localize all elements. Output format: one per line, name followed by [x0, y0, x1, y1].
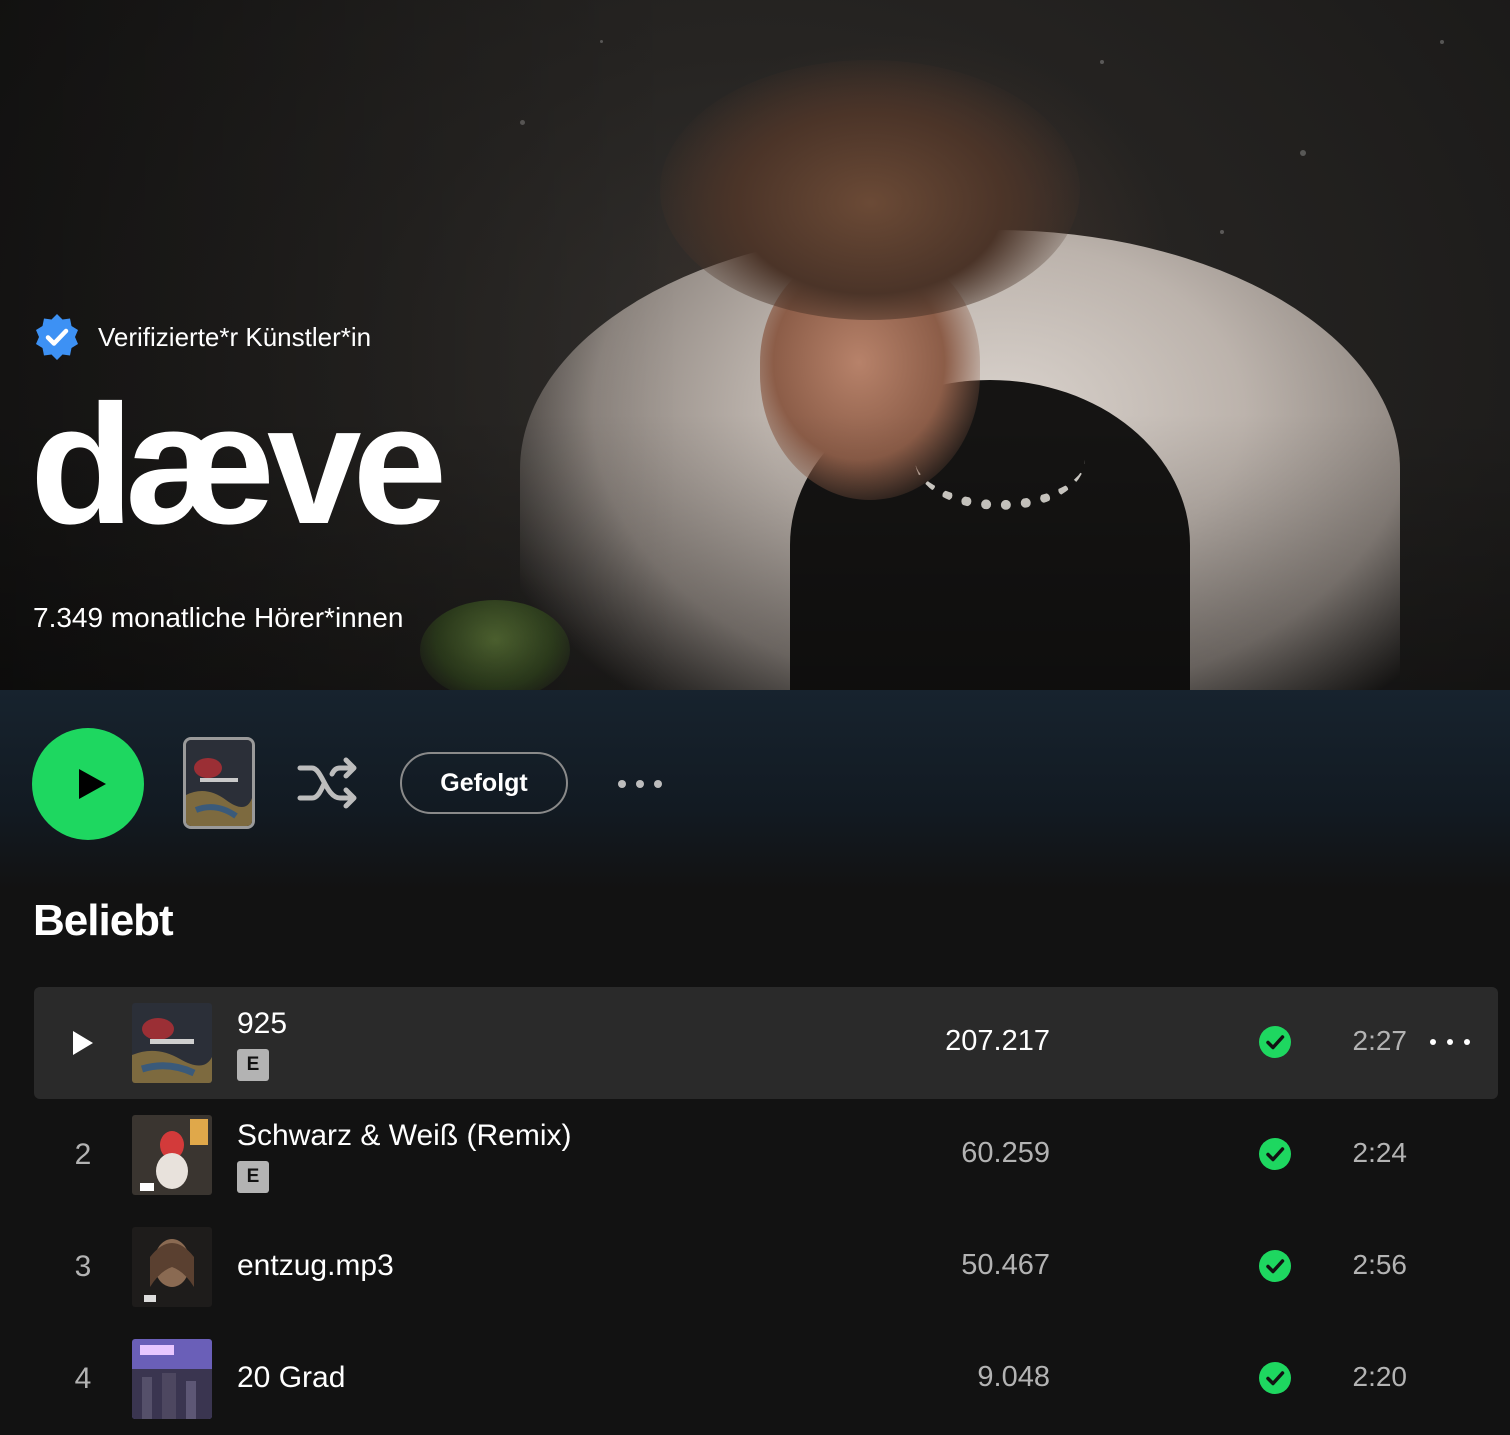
track-row[interactable]: 925 E 207.217 2:27: [34, 987, 1498, 1099]
saved-check-icon[interactable]: [1258, 1361, 1292, 1395]
preview-thumbnail[interactable]: [183, 737, 255, 829]
track-play-count: 207.217: [945, 1025, 1050, 1057]
track-cover: [132, 1339, 212, 1419]
monthly-listeners: 7.349 monatliche Hörer*innen: [33, 602, 404, 633]
more-icon: [618, 780, 626, 788]
track-play-count: 9.048: [977, 1361, 1050, 1393]
more-icon: [636, 780, 644, 788]
track-duration: 2:24: [1352, 1137, 1408, 1168]
saved-check-icon[interactable]: [1258, 1025, 1292, 1059]
track-title[interactable]: Schwarz & Weiß (Remix): [237, 1119, 571, 1153]
verified-artist-label: Verifizierte*r Künstler*in: [98, 321, 372, 352]
track-play-count: 50.467: [961, 1249, 1050, 1281]
track-more-button[interactable]: [1430, 1035, 1470, 1049]
explicit-badge: E: [237, 1049, 269, 1081]
track-number: 4: [74, 1362, 92, 1395]
more-icon: [654, 780, 662, 788]
track-cover: [132, 1227, 212, 1307]
explicit-badge: E: [237, 1161, 269, 1193]
popular-section-title: Beliebt: [33, 896, 174, 945]
track-cover: [132, 1115, 212, 1195]
more-icon: [1430, 1039, 1436, 1045]
track-play-count: 60.259: [961, 1137, 1050, 1169]
track-row[interactable]: 3 entzug.mp3 50.467 2:56: [34, 1211, 1498, 1323]
album-art: [132, 1339, 212, 1419]
album-art: [186, 740, 252, 826]
verified-artist-row: Verifizierte*r Künstler*in: [32, 312, 371, 362]
track-duration: 2:20: [1352, 1361, 1408, 1392]
track-number: 3: [74, 1250, 92, 1283]
verified-badge-icon: [36, 314, 78, 360]
track-title[interactable]: 20 Grad: [237, 1361, 345, 1395]
follow-button[interactable]: Gefolgt: [400, 752, 568, 814]
more-icon: [1464, 1039, 1470, 1045]
play-icon: [73, 1031, 93, 1055]
saved-check-icon[interactable]: [1258, 1249, 1292, 1283]
saved-check-icon[interactable]: [1258, 1137, 1292, 1171]
track-title[interactable]: 925: [237, 1007, 287, 1041]
track-number: 2: [74, 1138, 92, 1171]
more-icon: [1447, 1039, 1453, 1045]
track-duration: 2:27: [1352, 1025, 1408, 1056]
album-art: [132, 1227, 212, 1307]
more-options-button[interactable]: [610, 768, 670, 800]
track-row[interactable]: 4 20 Grad 9.048 2:20: [34, 1323, 1498, 1435]
track-title[interactable]: entzug.mp3: [237, 1249, 394, 1283]
shuffle-icon[interactable]: [296, 752, 362, 814]
album-art: [132, 1003, 212, 1083]
album-art: [132, 1115, 212, 1195]
artist-name: dæve: [30, 370, 447, 560]
track-cover: [132, 1003, 212, 1083]
track-duration: 2:56: [1352, 1249, 1408, 1280]
track-play-button[interactable]: [34, 987, 132, 1099]
play-icon: [79, 769, 106, 799]
track-row[interactable]: 2 Schwarz & Weiß (Remix) E 60.259 2:24: [34, 1099, 1498, 1211]
play-button[interactable]: [32, 728, 144, 840]
